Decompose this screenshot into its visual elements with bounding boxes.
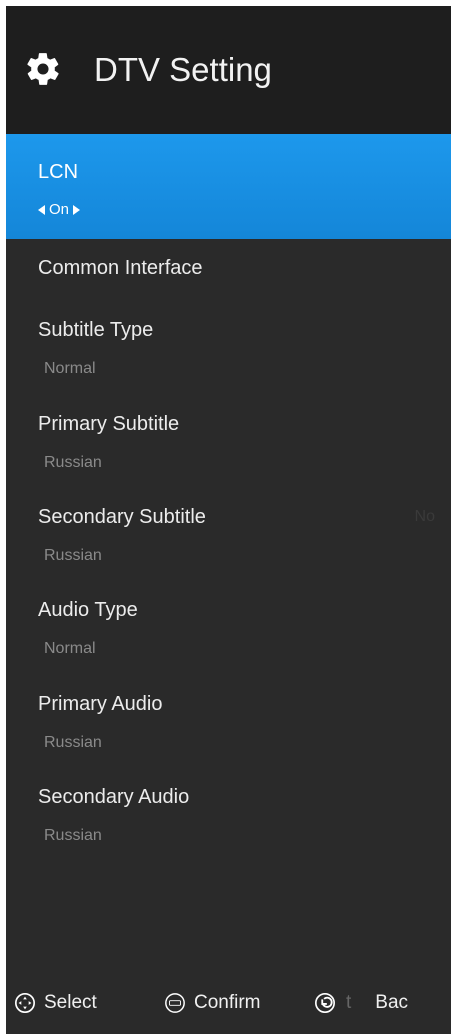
menu-item-primary-audio[interactable]: Primary Audio Russian (6, 689, 451, 769)
dtv-setting-panel: DTV Setting LCN On Common Interface Subt… (6, 6, 451, 1034)
arrow-left-icon[interactable] (38, 205, 45, 215)
back-label: Bac (375, 992, 409, 1013)
back-hint: t Bac (314, 992, 408, 1014)
menu-item-value: Russian (44, 734, 102, 751)
select-hint: Select (14, 992, 97, 1014)
back-fragment: t (346, 992, 352, 1013)
menu-item-secondary-subtitle[interactable]: Secondary Subtitle No Russian (6, 502, 451, 582)
menu-item-subtitle-type[interactable]: Subtitle Type Normal (6, 315, 451, 395)
gear-icon (27, 53, 59, 85)
menu-item-primary-subtitle[interactable]: Primary Subtitle Russian (6, 409, 451, 489)
menu-item-value: Russian (44, 547, 102, 564)
confirm-hint: Confirm (164, 992, 278, 1014)
dpad-icon (15, 993, 35, 1013)
menu-item-label: Primary Subtitle (38, 413, 180, 435)
lcn-value-selector[interactable]: On (38, 200, 81, 220)
menu-item-value: On (49, 201, 70, 218)
page-title: DTV Setting (94, 51, 272, 88)
enter-icon (165, 993, 185, 1013)
return-icon (315, 993, 335, 1013)
menu-item-value: Russian (44, 827, 102, 844)
menu-item-label: Subtitle Type (38, 319, 154, 341)
menu-item-audio-type[interactable]: Audio Type Normal (6, 595, 451, 675)
arrow-right-icon[interactable] (73, 205, 81, 215)
menu-item-value: Normal (44, 360, 96, 377)
menu-item-label: Primary Audio (38, 693, 163, 715)
menu-item-label: Audio Type (38, 599, 138, 621)
menu-item-label: Secondary Audio (38, 786, 190, 808)
panel-header: DTV Setting (6, 6, 451, 134)
menu-item-value: Russian (44, 454, 102, 471)
menu-item-value: Normal (44, 640, 96, 657)
confirm-label: Confirm (194, 992, 261, 1013)
footer-hints: Select Confirm t Bac (6, 978, 451, 1034)
select-label: Select (44, 992, 97, 1013)
menu-item-lcn[interactable]: LCN On (6, 134, 451, 239)
menu-item-common-interface[interactable]: Common Interface (6, 251, 451, 301)
ghost-text: No (414, 508, 435, 525)
menu-item-secondary-audio[interactable]: Secondary Audio Russian (6, 782, 451, 862)
menu-item-label: Secondary Subtitle (38, 506, 206, 528)
menu-item-label: LCN (38, 161, 79, 183)
menu-item-label: Common Interface (38, 257, 203, 279)
